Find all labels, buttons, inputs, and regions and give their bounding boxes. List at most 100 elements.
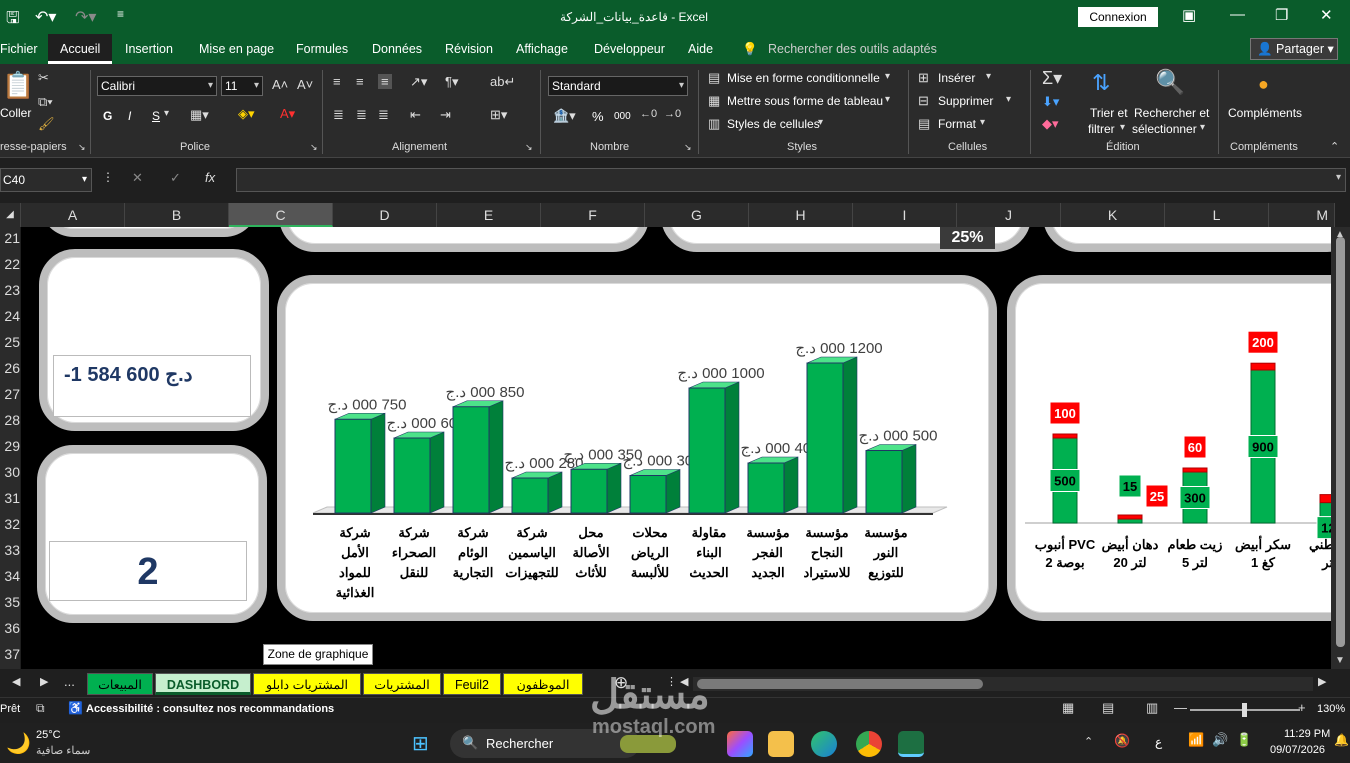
hscroll-thumb[interactable]: [697, 679, 983, 689]
zoom-slider-thumb[interactable]: [1242, 703, 1247, 717]
font-name-select[interactable]: Calibri: [97, 76, 217, 96]
confirm-entry-icon[interactable]: ✓: [170, 170, 181, 186]
column-header[interactable]: E: [437, 203, 541, 227]
column-header[interactable]: A: [21, 203, 125, 227]
alignment-launcher-icon[interactable]: ↘: [525, 142, 533, 153]
collapse-ribbon-icon[interactable]: ⌃: [1330, 140, 1339, 153]
delete-cells-icon[interactable]: ⊟: [918, 93, 929, 109]
font-size-select[interactable]: 11: [221, 76, 263, 96]
tab-revision[interactable]: Révision: [445, 42, 493, 56]
row-header[interactable]: 34: [0, 568, 20, 590]
close-button[interactable]: ✕: [1320, 6, 1333, 24]
fill-color-icon[interactable]: ◈▾: [238, 106, 255, 122]
column-header[interactable]: J: [957, 203, 1061, 227]
conditional-format-button[interactable]: Mise en forme conditionnelle: [727, 71, 880, 85]
clipboard-launcher-icon[interactable]: ↘: [78, 142, 86, 153]
name-box[interactable]: C40 ▾: [0, 168, 92, 192]
sheet-tab[interactable]: المبيعات: [87, 673, 153, 695]
scroll-down-icon[interactable]: ▼: [1335, 655, 1345, 666]
tab-affichage[interactable]: Affichage: [516, 42, 568, 56]
chrome-icon[interactable]: [856, 731, 882, 757]
zoom-in-icon[interactable]: +: [1298, 700, 1306, 715]
format-painter-icon[interactable]: 🖌: [38, 116, 55, 132]
tab-insertion[interactable]: Insertion: [125, 42, 173, 56]
align-center-icon[interactable]: ≣: [356, 107, 367, 123]
windows-start-icon[interactable]: ⊞: [412, 731, 429, 756]
insert-cells-icon[interactable]: ⊞: [918, 70, 929, 86]
number-format-select[interactable]: Standard: [548, 76, 688, 96]
share-button[interactable]: 👤 Partager ▾: [1250, 38, 1338, 60]
products-bar-chart[interactable]: 500 100 أنبوب PVC بوصة 2 15 25 دهان أبيض 20 لتر…: [1015, 283, 1331, 613]
column-header[interactable]: M: [1269, 203, 1335, 227]
sheet-tab[interactable]: المشتريات: [363, 673, 441, 695]
column-header[interactable]: B: [125, 203, 229, 227]
notifications-icon[interactable]: 🔔: [1334, 733, 1349, 747]
wifi-icon[interactable]: 📶: [1188, 732, 1204, 748]
show-hidden-icons[interactable]: ⌃: [1084, 735, 1093, 748]
sheet-tab[interactable]: Feuil2: [443, 673, 501, 695]
column-header[interactable]: G: [645, 203, 749, 227]
cell-styles-button[interactable]: Styles de cellules: [727, 117, 820, 131]
font-color-icon[interactable]: A▾: [280, 106, 295, 122]
shrink-font-icon[interactable]: A˅: [297, 77, 313, 92]
tab-formules[interactable]: Formules: [296, 42, 348, 56]
align-right-icon[interactable]: ≣: [378, 107, 389, 123]
column-header[interactable]: L: [1165, 203, 1269, 227]
notification-off-icon[interactable]: 🔕: [1114, 733, 1130, 749]
select-all-corner[interactable]: ◢: [0, 203, 21, 227]
decrease-decimal-icon[interactable]: →0: [664, 108, 681, 120]
column-header[interactable]: I: [853, 203, 957, 227]
cell-styles-icon[interactable]: ▥: [708, 116, 720, 132]
align-left-icon[interactable]: ≣: [333, 107, 344, 123]
comma-style-button[interactable]: 000: [614, 111, 631, 122]
input-language[interactable]: ع: [1155, 735, 1162, 749]
merge-center-icon[interactable]: ⊞▾: [490, 107, 507, 123]
row-header[interactable]: 21: [0, 230, 20, 252]
weather-desc[interactable]: سماء صافية: [36, 744, 90, 757]
signin-button[interactable]: Connexion: [1078, 7, 1158, 27]
paste-icon[interactable]: 📋: [2, 70, 34, 101]
sort-filter-label-1[interactable]: Trier et: [1090, 106, 1128, 120]
paste-label[interactable]: Coller: [0, 106, 31, 120]
more-sheets-button[interactable]: ...: [64, 674, 75, 689]
decrease-indent-icon[interactable]: ⇤: [410, 107, 421, 123]
find-select-label-2[interactable]: sélectionner: [1132, 122, 1197, 136]
format-cells-button[interactable]: Format: [938, 117, 976, 131]
increase-decimal-icon[interactable]: ←0: [640, 108, 657, 120]
accessibility-icon[interactable]: ♿: [68, 701, 83, 715]
undo-icon[interactable]: ↶▾: [35, 7, 56, 27]
chart-card-clients[interactable]: 750 000 د.جشركةالأملللموادالغذائية600 00…: [277, 275, 997, 621]
formula-input[interactable]: ▾: [236, 168, 1346, 192]
redo-icon[interactable]: ↷▾: [75, 7, 96, 27]
macro-record-icon[interactable]: ⧉: [36, 701, 45, 716]
column-header-selected[interactable]: C: [229, 203, 333, 227]
weather-moon-icon[interactable]: 🌙: [6, 731, 31, 756]
conditional-format-icon[interactable]: ▤: [708, 70, 720, 86]
vertical-scrollbar[interactable]: ▲ ▼: [1331, 227, 1350, 669]
file-explorer-icon[interactable]: [768, 731, 794, 757]
sheet-tab[interactable]: الموظفون: [503, 673, 583, 695]
zoom-level[interactable]: 130%: [1317, 703, 1345, 715]
insert-function-icon[interactable]: fx: [205, 170, 215, 185]
font-launcher-icon[interactable]: ↘: [310, 142, 318, 153]
scrollbar-thumb[interactable]: [1336, 237, 1345, 647]
addins-icon[interactable]: ●: [1258, 74, 1269, 95]
align-middle-icon[interactable]: ≡: [356, 74, 364, 89]
save-icon[interactable]: 🖫: [6, 7, 20, 34]
chart-card-products[interactable]: 500 100 أنبوب PVC بوصة 2 15 25 دهان أبيض 20 لتر…: [1007, 275, 1331, 621]
page-break-view-icon[interactable]: ▥: [1146, 700, 1158, 716]
row-header[interactable]: 28: [0, 412, 20, 434]
column-header[interactable]: K: [1061, 203, 1165, 227]
addins-button[interactable]: Compléments: [1228, 106, 1302, 120]
autosum-icon[interactable]: Σ▾: [1042, 68, 1062, 89]
delete-cells-button[interactable]: Supprimer: [938, 94, 993, 108]
borders-icon[interactable]: ▦▾: [190, 107, 209, 123]
edge-icon[interactable]: [811, 731, 837, 757]
row-header[interactable]: 29: [0, 438, 20, 460]
bold-button[interactable]: G: [103, 109, 112, 123]
restore-button[interactable]: ❐: [1275, 6, 1288, 24]
page-layout-view-icon[interactable]: ▤: [1102, 700, 1114, 716]
rtl-icon[interactable]: ¶▾: [445, 74, 459, 90]
clock-date[interactable]: 09/07/2026: [1270, 744, 1325, 756]
copy-icon[interactable]: ⧉▾: [38, 94, 53, 110]
